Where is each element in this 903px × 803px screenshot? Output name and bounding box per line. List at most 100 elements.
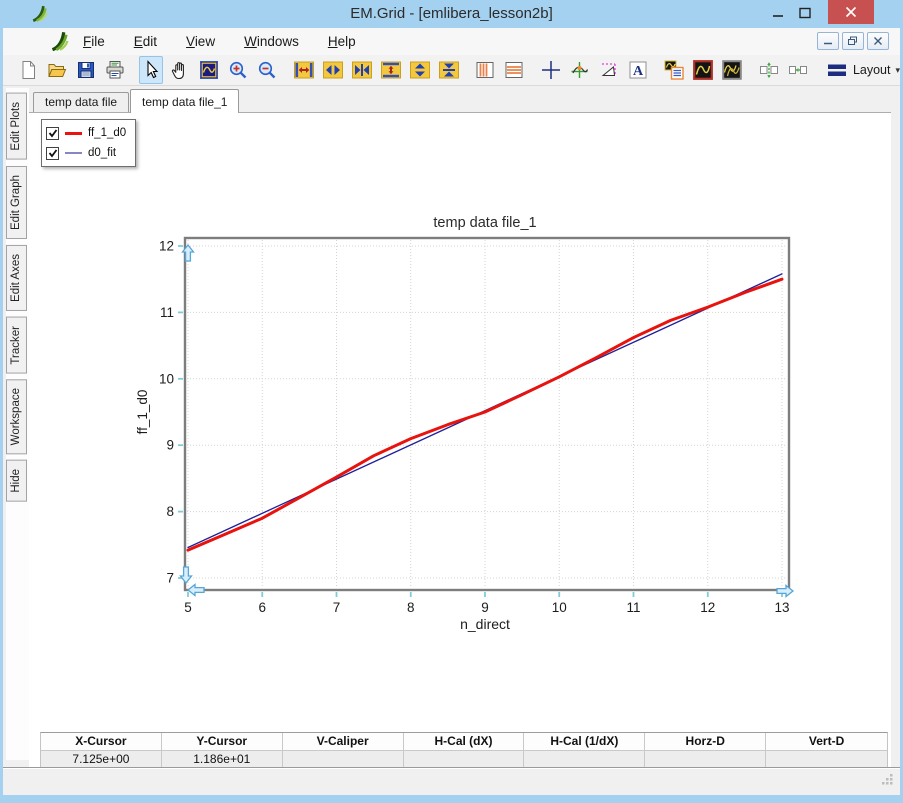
menu-bar: File Edit View Windows Help: [3, 28, 900, 56]
legend-checkbox-ff-1-d0[interactable]: [46, 127, 59, 140]
mdi-close-button[interactable]: [867, 32, 889, 50]
zoom-region-button[interactable]: [197, 56, 221, 84]
legend-checkbox-d0-fit[interactable]: [46, 147, 59, 160]
readout-value: [404, 751, 525, 768]
mdi-restore-button[interactable]: [842, 32, 864, 50]
crosshair-button[interactable]: [539, 56, 563, 84]
menu-view[interactable]: View: [186, 34, 215, 49]
new-document-button[interactable]: [16, 56, 40, 84]
side-tab-edit-axes[interactable]: Edit Axes: [6, 245, 27, 311]
zoom-in-button[interactable]: [226, 56, 250, 84]
pan-hand-button[interactable]: [168, 56, 192, 84]
save-file-button[interactable]: [74, 56, 98, 84]
readout-value: 7.125e+00: [41, 751, 162, 768]
plot-single-button[interactable]: [691, 56, 715, 84]
close-button[interactable]: [828, 0, 874, 24]
text-annotation-button[interactable]: A: [626, 56, 650, 84]
y-tick-label: 9: [166, 438, 174, 453]
readout-header: Y-Cursor: [162, 733, 283, 751]
x-tick-label: 10: [552, 600, 567, 615]
x-tick-label: 13: [774, 600, 789, 615]
plot-overlay-button[interactable]: [720, 56, 744, 84]
y-compress-button[interactable]: [437, 56, 461, 84]
side-tab-workspace[interactable]: Workspace: [6, 379, 27, 454]
y-expand-button[interactable]: [379, 56, 403, 84]
chart-area[interactable]: 5678910111213789101112temp data file_1n_…: [29, 113, 891, 653]
legend-label: ff_1_d0: [88, 127, 126, 139]
panel-horizontal-lines-button[interactable]: [502, 56, 526, 84]
caliper-icon: [598, 59, 620, 81]
x-tick-label: 6: [258, 600, 266, 615]
x-tick-label: 11: [626, 600, 640, 615]
align-horizontal-button[interactable]: [786, 56, 810, 84]
toolbar: A Layout▾: [3, 55, 900, 86]
mdi-window-controls: [817, 32, 889, 50]
x-tick-label: 5: [184, 600, 192, 615]
tab-temp-data-file[interactable]: temp data file: [33, 92, 129, 112]
legend-item-d0-fit: d0_fit: [46, 143, 126, 163]
plot-properties-button[interactable]: [662, 56, 686, 84]
minimize-button[interactable]: [770, 6, 788, 20]
app-window: EM.Grid - [emlibera_lesson2b] File Edit …: [0, 0, 903, 803]
side-tab-hide[interactable]: Hide: [6, 460, 27, 502]
plot-canvas[interactable]: ff_1_d0 d0_fit 5678910111213789101112tem…: [29, 112, 891, 769]
legend-line-sample-d0-fit: [65, 152, 82, 154]
x-tick-label: 12: [700, 600, 715, 615]
legend-item-ff-1-d0: ff_1_d0: [46, 123, 126, 143]
panel-horizontal-lines-icon: [503, 59, 525, 81]
layout-dropdown[interactable]: Layout▾: [826, 59, 900, 81]
panel-vertical-lines-button[interactable]: [473, 56, 497, 84]
align-vertical-button[interactable]: [757, 56, 781, 84]
tracker-cursor-button[interactable]: [568, 56, 592, 84]
print-button[interactable]: [103, 56, 127, 84]
menu-edit[interactable]: Edit: [134, 34, 157, 49]
axis-handle-right[interactable]: [777, 586, 793, 597]
readout-header: Horz-D: [645, 733, 766, 751]
readout-header: H-Cal (dX): [404, 733, 525, 751]
mdi-minimize-button[interactable]: [817, 32, 839, 50]
readout-value: [766, 751, 887, 768]
check-icon: [48, 128, 58, 138]
pan-hand-icon: [169, 59, 191, 81]
align-horizontal-icon: [787, 59, 809, 81]
menu-windows[interactable]: Windows: [244, 34, 299, 49]
menu-help[interactable]: Help: [328, 34, 356, 49]
caliper-button[interactable]: [597, 56, 621, 84]
x-tick-label: 8: [407, 600, 415, 615]
x-axis-title: n_direct: [460, 616, 510, 632]
tracker-cursor-icon: [569, 59, 591, 81]
status-strip: [3, 767, 900, 795]
y-axis-title: ff_1_d0: [135, 390, 150, 435]
open-file-button[interactable]: [45, 56, 69, 84]
axis-handle-origin-left[interactable]: [188, 585, 204, 596]
readout-header: V-Caliper: [283, 733, 404, 751]
zoom-out-button[interactable]: [255, 56, 279, 84]
x-compress-icon: [351, 59, 373, 81]
new-document-icon: [17, 59, 39, 81]
side-tab-tracker[interactable]: Tracker: [6, 317, 27, 374]
readout-value: 1.186e+01: [162, 751, 283, 768]
readout-header: H-Cal (1/dX): [524, 733, 645, 751]
x-compress-button[interactable]: [350, 56, 374, 84]
maximize-button[interactable]: [796, 6, 814, 20]
legend-line-sample-ff-1-d0: [65, 132, 82, 135]
side-tab-edit-plots[interactable]: Edit Plots: [6, 93, 27, 160]
x-spread-button[interactable]: [321, 56, 345, 84]
resize-grip[interactable]: [882, 772, 893, 790]
plot-overlay-icon: [721, 59, 743, 81]
side-tab-edit-graph[interactable]: Edit Graph: [6, 166, 27, 239]
legend-label: d0_fit: [88, 147, 116, 159]
readout-header: Vert-D: [766, 733, 887, 751]
zoom-in-icon: [227, 59, 249, 81]
chart-title: temp data file_1: [433, 215, 536, 231]
tab-temp-data-file-1[interactable]: temp data file_1: [130, 89, 239, 113]
check-icon: [48, 148, 58, 158]
x-expand-button[interactable]: [292, 56, 316, 84]
text-annotation-icon: A: [627, 59, 649, 81]
select-cursor-button[interactable]: [139, 56, 163, 84]
plot-single-icon: [692, 59, 714, 81]
y-spread-button[interactable]: [408, 56, 432, 84]
y-expand-icon: [380, 59, 402, 81]
menu-file[interactable]: File: [83, 34, 105, 49]
axis-handle-origin-down[interactable]: [181, 567, 192, 583]
